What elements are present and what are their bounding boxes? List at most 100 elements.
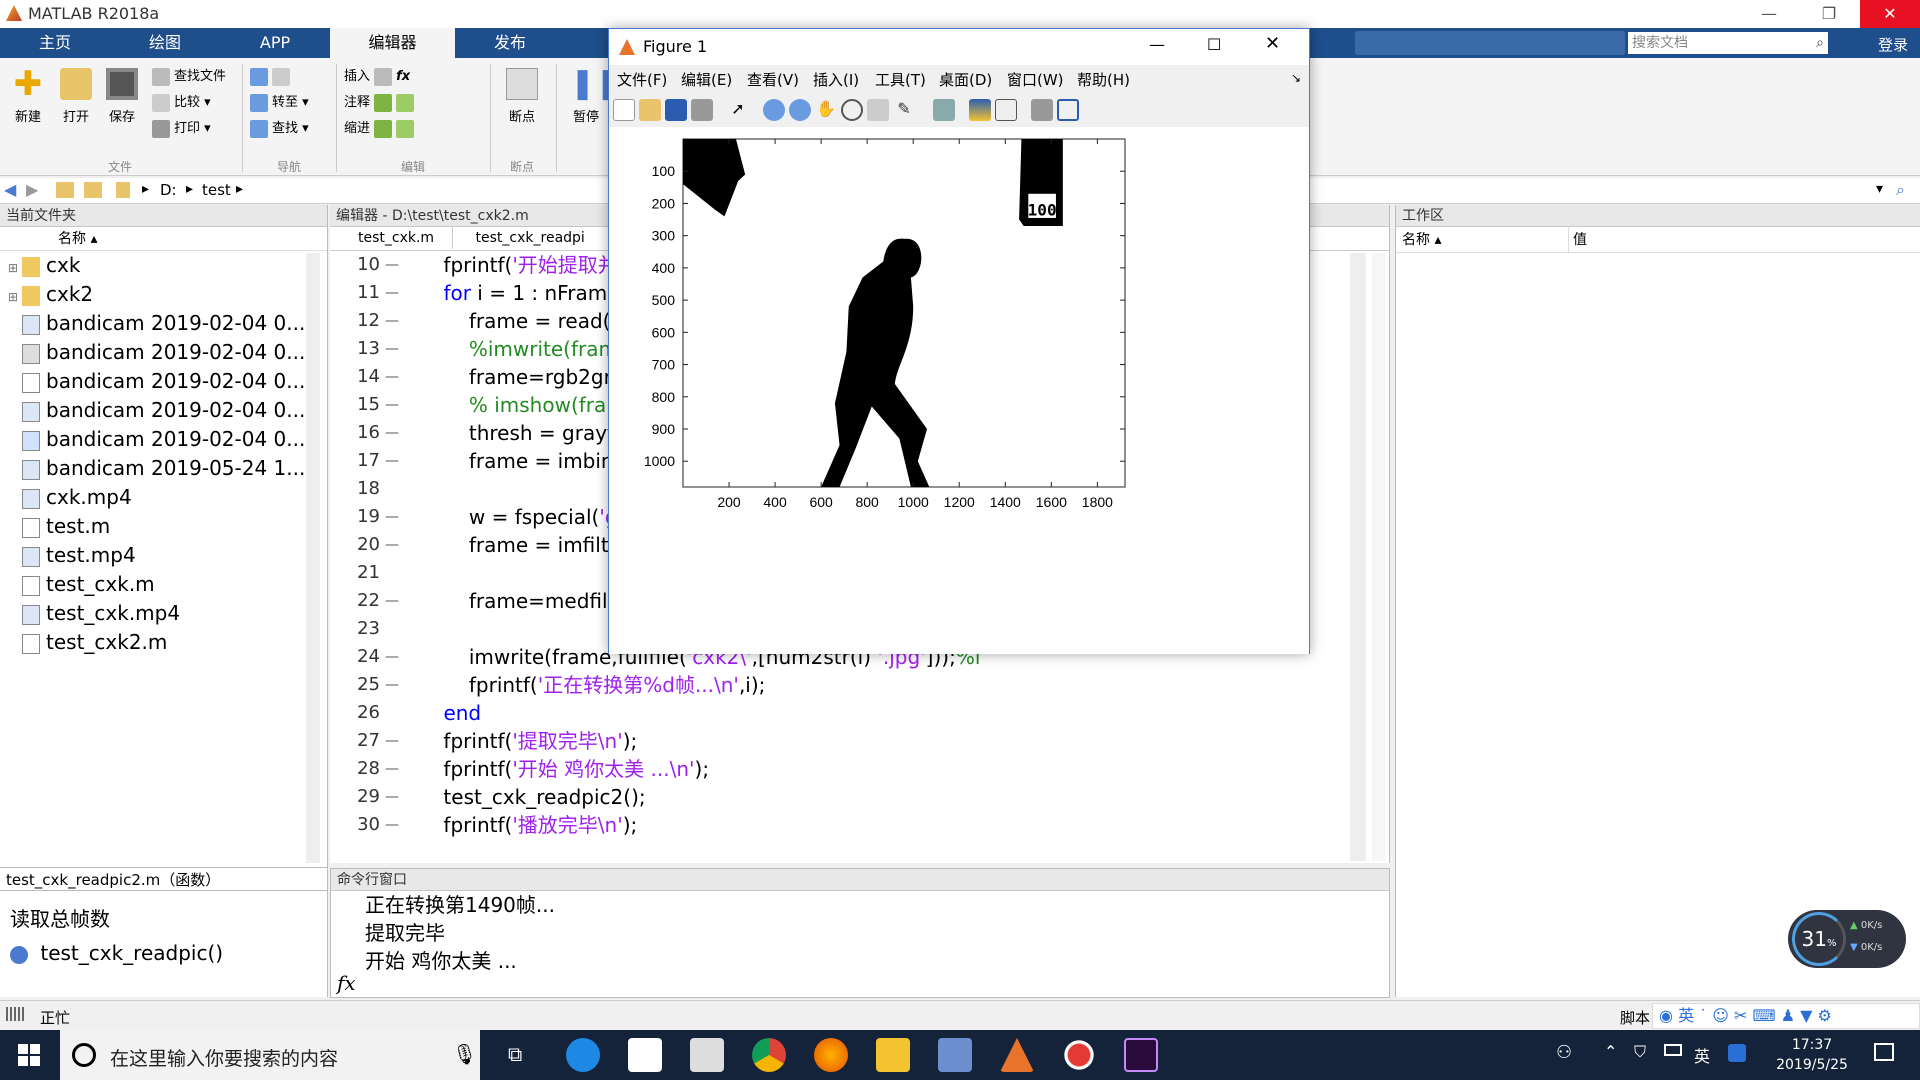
file-item[interactable]: ⊞ cxk — [8, 251, 327, 280]
firefox-icon[interactable] — [814, 1038, 848, 1072]
breakpoints-button[interactable]: 断点 — [500, 68, 544, 125]
find-files-button[interactable]: 查找文件 — [152, 64, 226, 90]
tray-chevron-icon[interactable]: ⌃ — [1604, 1042, 1617, 1061]
new-figure-icon[interactable] — [613, 99, 635, 121]
task-view-icon[interactable]: ⧉ — [508, 1042, 522, 1066]
action-center-icon[interactable] — [1874, 1043, 1894, 1061]
tray-lang[interactable]: 英 — [1694, 1043, 1710, 1067]
editor-tab-readpic[interactable]: test_cxk_readpi — [458, 227, 603, 249]
file-item[interactable]: bandicam 2019-02-04 0... — [8, 309, 327, 338]
open-file-icon[interactable] — [639, 99, 661, 121]
close-button[interactable]: ✕ — [1860, 0, 1920, 28]
back-icon[interactable]: ◀ — [4, 180, 16, 199]
code-line[interactable]: 29 — test_cxk_readpic2(); — [330, 783, 1389, 811]
print-figure-icon[interactable] — [691, 99, 713, 121]
file-item[interactable]: bandicam 2019-02-04 0... — [8, 396, 327, 425]
file-item[interactable]: bandicam 2019-02-04 0... — [8, 367, 327, 396]
battery-icon[interactable] — [1664, 1044, 1682, 1056]
figure-minimize-button[interactable]: — — [1149, 35, 1165, 54]
editor-tab-test-cxk[interactable]: test_cxk.m — [340, 227, 454, 249]
brush-icon[interactable]: ✎ — [893, 99, 915, 121]
path-search-icon[interactable]: ⌕ — [1896, 180, 1905, 200]
fig-menu-view[interactable]: 查看(V) — [747, 69, 799, 91]
file-scrollbar[interactable] — [306, 253, 320, 863]
pointer-icon[interactable]: ➚ — [727, 99, 749, 121]
file-item[interactable]: test_cxk.mp4 — [8, 599, 327, 628]
file-item[interactable]: test_cxk2.m — [8, 628, 327, 657]
print-button[interactable]: 打印 ▾ — [152, 116, 226, 142]
fx-prompt[interactable]: fx — [337, 971, 356, 995]
nav-arrows[interactable] — [250, 64, 309, 90]
record-icon[interactable] — [1062, 1038, 1096, 1072]
fig-dock-arrow-icon[interactable]: ↘ — [1291, 71, 1301, 85]
editor-scrollbar[interactable] — [1350, 253, 1366, 861]
code-line[interactable]: 30 — fprintf('播放完毕\n'); — [330, 811, 1389, 839]
search-docs-input[interactable]: 搜索文档 ⌕ — [1628, 32, 1828, 54]
fig-menu-desktop[interactable]: 桌面(D) — [939, 69, 992, 91]
code-line[interactable]: 26 end — [330, 699, 1389, 727]
legend-icon[interactable] — [995, 99, 1017, 121]
fig-menu-insert[interactable]: 插入(I) — [813, 69, 859, 91]
premiere-icon[interactable] — [1124, 1038, 1158, 1072]
link-plot-icon[interactable] — [933, 99, 955, 121]
file-item[interactable]: test.mp4 — [8, 541, 327, 570]
mail-icon[interactable] — [690, 1038, 724, 1072]
comment-button[interactable]: 注释 — [344, 90, 418, 116]
workspace-col-value[interactable]: 值 — [1568, 227, 1587, 253]
chrome-icon[interactable] — [752, 1038, 786, 1072]
fig-menu-window[interactable]: 窗口(W) — [1007, 69, 1064, 91]
defender-icon[interactable]: ⛉ — [1634, 1042, 1646, 1062]
file-item[interactable]: bandicam 2019-02-04 0... — [8, 425, 327, 454]
figure-maximize-button[interactable]: ☐ — [1207, 35, 1221, 54]
rotate-3d-icon[interactable] — [841, 99, 863, 121]
matlab-taskbar-icon[interactable] — [1000, 1038, 1034, 1072]
goto-button[interactable]: 转至 ▾ — [250, 90, 309, 116]
zoom-out-icon[interactable] — [789, 99, 811, 121]
find-button[interactable]: 查找 ▾ — [250, 116, 309, 142]
expand-icon[interactable]: ⊞ — [8, 283, 22, 309]
tab-publish[interactable]: 发布 — [455, 28, 565, 58]
file-item[interactable]: bandicam 2019-02-04 0... — [8, 338, 327, 367]
image-axes-svg[interactable]: 100 200 400 600 800 1000 1200 1400 1600 1800 100 20… — [609, 127, 1309, 654]
open-button[interactable]: 打开 — [56, 68, 96, 125]
minimize-button[interactable]: — — [1746, 0, 1792, 28]
tab-editor[interactable]: 编辑器 — [330, 28, 455, 58]
data-cursor-icon[interactable] — [867, 99, 889, 121]
colorbar-icon[interactable] — [969, 99, 991, 121]
code-line[interactable]: 27 — fprintf('提取完毕\n'); — [330, 727, 1389, 755]
path-dropdown-icon[interactable]: ▾ — [1876, 181, 1883, 197]
login-link[interactable]: 登录 — [1878, 34, 1908, 55]
insert-button[interactable]: 插入 fx — [344, 64, 418, 90]
windows-start-icon[interactable] — [18, 1044, 40, 1066]
code-line[interactable]: 28 — fprintf('开始 鸡你太美 ...\n'); — [330, 755, 1389, 783]
app-k-icon[interactable] — [938, 1038, 972, 1072]
clock[interactable]: 17:37 2019/5/25 — [1762, 1035, 1862, 1075]
zoom-in-icon[interactable] — [763, 99, 785, 121]
taskbar-search-box[interactable]: 在这里输入你要搜索的内容 🎙 — [60, 1030, 480, 1080]
browse-folder-icon[interactable] — [84, 182, 102, 198]
fig-menu-help[interactable]: 帮助(H) — [1077, 69, 1130, 91]
file-item[interactable]: cxk.mp4 — [8, 483, 327, 512]
pause-button[interactable]: ❚❚ 暂停 — [566, 68, 620, 126]
indent-button[interactable]: 缩进 — [344, 116, 418, 142]
pan-hand-icon[interactable]: ✋ — [815, 99, 837, 121]
net-speed-widget[interactable]: 31% ▲ 0K/s ▼ 0K/s — [1788, 910, 1906, 968]
fig-menu-tools[interactable]: 工具(T) — [875, 69, 926, 91]
tab-apps[interactable]: APP — [220, 28, 330, 58]
store-icon[interactable] — [628, 1038, 662, 1072]
figure-close-button[interactable]: ✕ — [1265, 33, 1280, 54]
file-item[interactable]: bandicam 2019-05-24 1... — [8, 454, 327, 483]
path-drive[interactable]: D: — [160, 181, 177, 199]
new-button[interactable]: ✚ 新建 — [8, 67, 48, 125]
forward-icon[interactable]: ▶ — [26, 180, 38, 199]
fig-menu-edit[interactable]: 编辑(E) — [681, 69, 732, 91]
workspace-col-name[interactable]: 名称 ▴ — [1402, 227, 1441, 253]
col-name[interactable]: 名称 ▴ — [58, 231, 97, 247]
notification-app-icon[interactable] — [1728, 1044, 1746, 1062]
tab-plots[interactable]: 绘图 — [110, 28, 220, 58]
folder-up-icon[interactable] — [56, 182, 74, 198]
file-item[interactable]: test.m — [8, 512, 327, 541]
file-item[interactable]: test_cxk.m — [8, 570, 327, 599]
hide-plot-tools-icon[interactable] — [1031, 99, 1053, 121]
file-item[interactable]: ⊞ cxk2 — [8, 280, 327, 309]
